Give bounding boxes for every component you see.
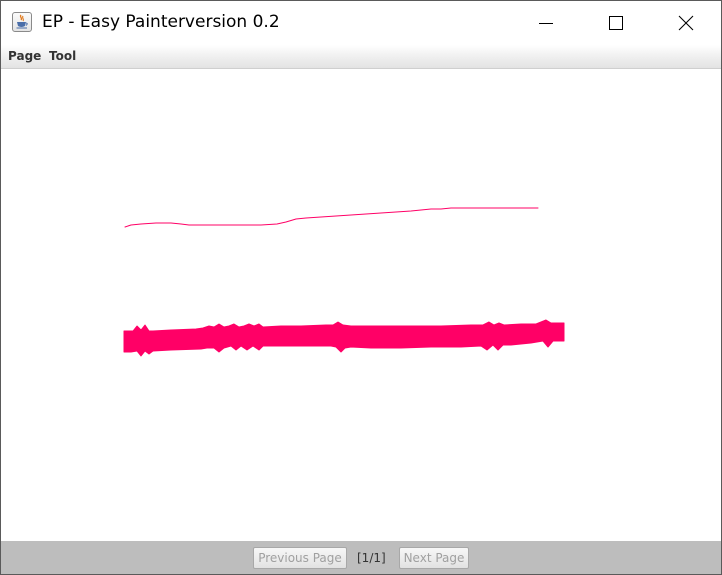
page-indicator: [1/1] [357, 551, 386, 565]
maximize-button[interactable] [593, 1, 639, 45]
previous-page-button[interactable]: Previous Page [253, 547, 347, 569]
next-page-button[interactable]: Next Page [399, 547, 469, 569]
maximize-icon [609, 16, 623, 30]
close-button[interactable] [663, 1, 709, 45]
window-title: EP - Easy Painterversion 0.2 [42, 12, 280, 32]
close-icon [678, 15, 694, 31]
minimize-icon [539, 23, 553, 24]
menu-tool[interactable]: Tool [49, 49, 76, 64]
app-window: EP - Easy Painterversion 0.2 Page Tool P… [0, 0, 722, 575]
drawing-canvas[interactable] [1, 69, 721, 541]
menu-page[interactable]: Page [8, 49, 41, 64]
thin-brush-stroke [124, 207, 539, 228]
menu-bar: Page Tool [1, 45, 721, 69]
minimize-button[interactable] [523, 1, 569, 45]
page-navigation-bar: Previous Page [1/1] Next Page [1, 541, 721, 574]
thick-brush-stroke [123, 319, 565, 357]
java-cup-icon[interactable] [12, 12, 32, 32]
title-bar[interactable]: EP - Easy Painterversion 0.2 [1, 1, 721, 45]
